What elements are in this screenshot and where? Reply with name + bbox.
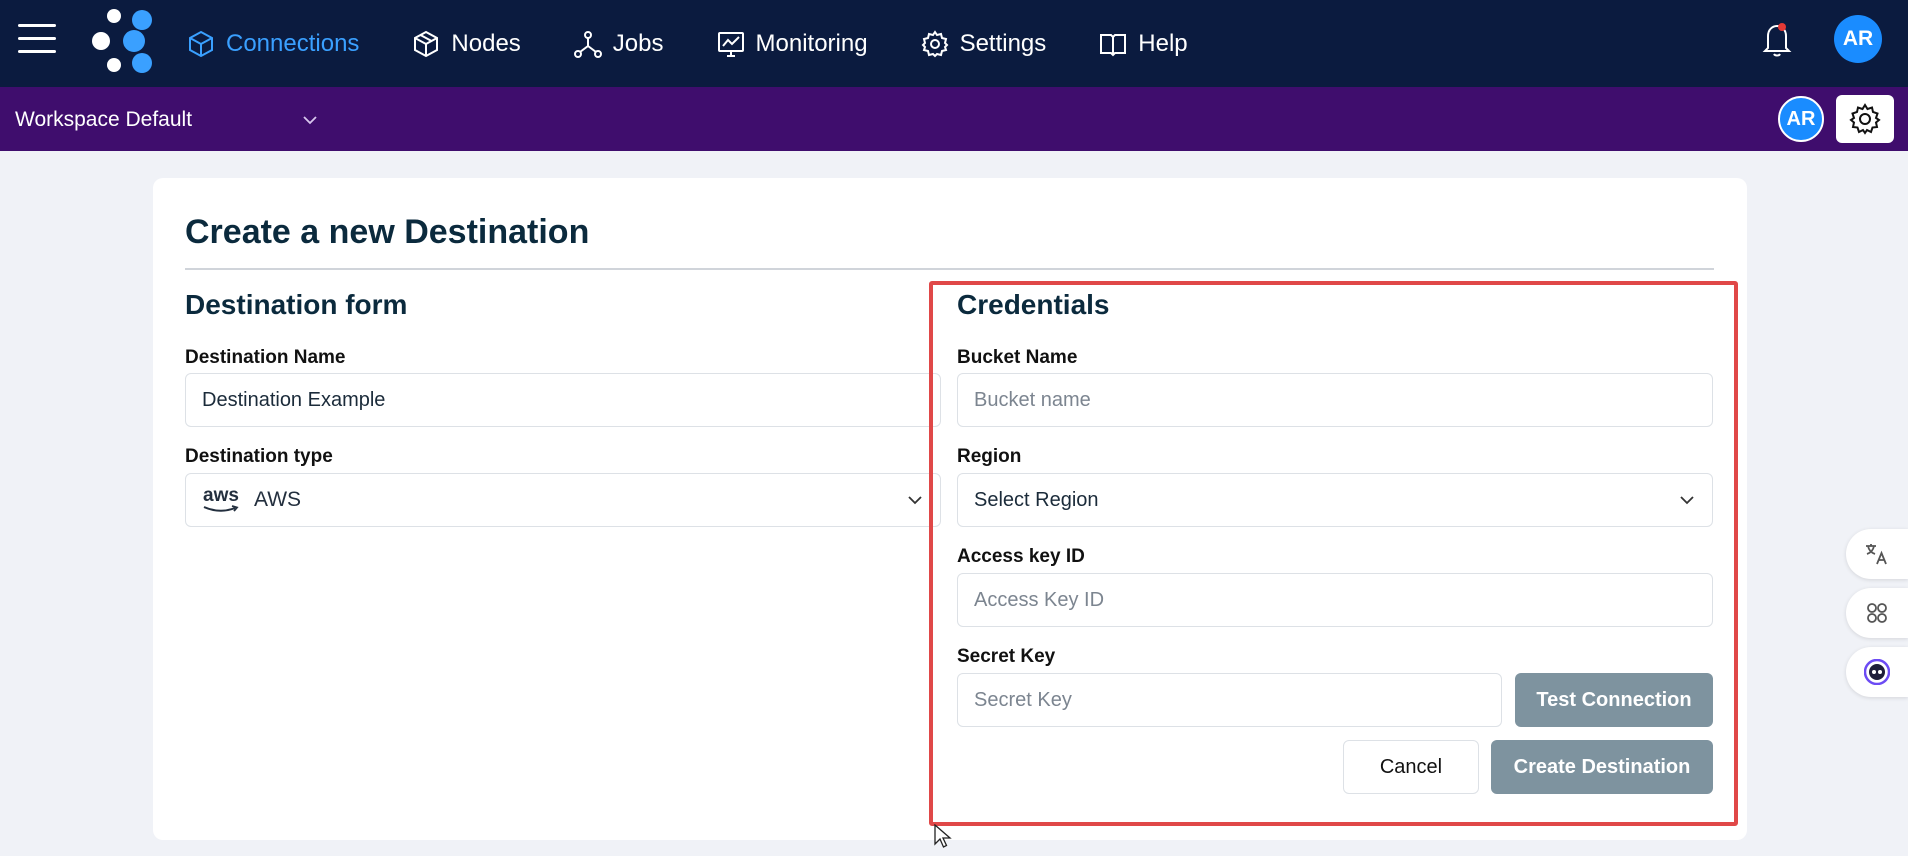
credentials-title: Credentials xyxy=(957,289,1110,320)
destination-name-input[interactable] xyxy=(185,373,941,427)
destination-type-select[interactable]: aws AWS xyxy=(185,473,941,527)
nav-help-label: Help xyxy=(1138,29,1188,57)
test-connection-button[interactable]: Test Connection xyxy=(1515,673,1713,727)
command-icon xyxy=(1867,603,1887,623)
nav-connections[interactable]: Connections xyxy=(186,29,359,59)
nav-nodes-label: Nodes xyxy=(451,29,521,57)
bucket-name-input[interactable] xyxy=(957,373,1713,427)
region-select[interactable]: Select Region xyxy=(957,473,1713,527)
secret-key-input[interactable] xyxy=(957,673,1502,727)
chart-monitor-icon xyxy=(717,31,744,57)
nav-settings-label: Settings xyxy=(959,29,1047,57)
nav-monitoring[interactable]: Monitoring xyxy=(716,29,868,59)
assistant-bot-icon xyxy=(1864,659,1890,685)
workspace-settings-button[interactable] xyxy=(1836,95,1894,143)
destination-name-label: Destination Name xyxy=(185,347,346,368)
assistant-widget[interactable] xyxy=(1846,647,1908,697)
nav-jobs[interactable]: Jobs xyxy=(573,29,664,59)
region-label: Region xyxy=(957,446,1022,467)
secret-key-label: Secret Key xyxy=(957,646,1056,667)
app-logo[interactable] xyxy=(92,8,158,74)
create-destination-button[interactable]: Create Destination xyxy=(1491,740,1713,794)
top-navbar: Connections Nodes Jobs Monitoring Settin… xyxy=(0,0,1908,87)
nav-nodes[interactable]: Nodes xyxy=(411,29,521,59)
access-key-label: Access key ID xyxy=(957,546,1085,567)
boxes-icon xyxy=(414,30,439,57)
workspace-bar: Workspace Default xyxy=(0,87,1908,151)
translate-icon xyxy=(1866,544,1887,565)
aws-smile-icon xyxy=(203,505,239,512)
cube-icon xyxy=(189,30,213,57)
nav-jobs-label: Jobs xyxy=(612,29,664,57)
destination-form-title: Destination form xyxy=(185,289,408,320)
title-divider xyxy=(185,268,1714,270)
gear-icon xyxy=(921,29,948,57)
translate-widget[interactable] xyxy=(1846,529,1908,579)
gear-icon xyxy=(1849,103,1881,135)
nav-monitoring-label: Monitoring xyxy=(755,29,868,57)
menu-icon[interactable] xyxy=(18,24,56,54)
workspace-avatar[interactable]: AR xyxy=(1778,96,1824,142)
page-title: Create a new Destination xyxy=(185,213,590,251)
aws-logo: aws xyxy=(202,485,240,513)
user-avatar[interactable]: AR xyxy=(1834,15,1882,63)
nav-settings[interactable]: Settings xyxy=(920,29,1047,59)
nav-connections-label: Connections xyxy=(226,29,360,57)
apps-widget[interactable] xyxy=(1846,588,1908,638)
book-icon xyxy=(1100,33,1127,56)
aws-logo-text: aws xyxy=(203,485,239,506)
notification-bell-icon[interactable] xyxy=(1760,20,1794,58)
destination-type-label: Destination type xyxy=(185,446,333,467)
mouse-cursor-icon xyxy=(934,824,952,848)
region-select-value: Select Region xyxy=(974,488,1099,511)
workspace-select[interactable]: Workspace Default xyxy=(15,105,325,135)
chevron-down-icon xyxy=(908,496,922,505)
destination-type-value: AWS xyxy=(254,488,302,511)
cancel-button[interactable]: Cancel xyxy=(1343,740,1479,794)
access-key-input[interactable] xyxy=(957,573,1713,627)
workspace-select-value: Workspace Default xyxy=(15,108,193,131)
network-icon xyxy=(573,30,602,58)
bucket-name-label: Bucket Name xyxy=(957,347,1078,368)
nav-help[interactable]: Help xyxy=(1098,29,1188,59)
chevron-down-icon xyxy=(1680,496,1694,505)
chevron-down-icon xyxy=(303,116,317,125)
